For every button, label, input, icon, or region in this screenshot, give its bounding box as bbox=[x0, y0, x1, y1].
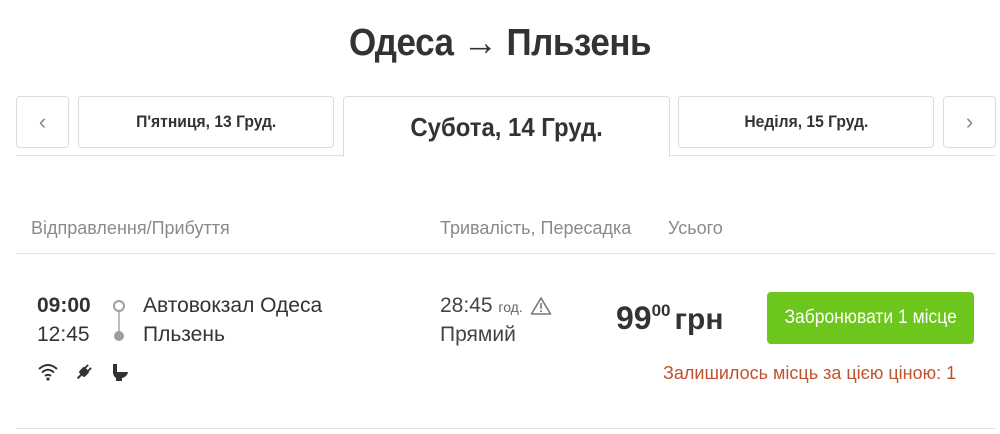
book-seat-button[interactable]: Забронювати 1 місце bbox=[767, 292, 974, 344]
trip-price: 9900 грн bbox=[616, 300, 723, 337]
duration-unit: год. bbox=[498, 299, 523, 315]
tab-label: Неділя, 15 Груд. bbox=[744, 112, 868, 131]
chevron-left-icon: ‹ bbox=[38, 109, 47, 134]
arrival-stop-dot-icon bbox=[114, 331, 124, 341]
tab-date-sunday[interactable]: Неділя, 15 Груд. bbox=[678, 96, 934, 148]
price-currency: грн bbox=[674, 303, 724, 336]
tab-date-saturday[interactable]: Субота, 14 Груд. bbox=[343, 96, 670, 157]
wifi-icon bbox=[36, 360, 60, 384]
column-header-departure-arrival: Відправлення/Прибуття bbox=[31, 218, 230, 238]
departure-stop-dot-icon bbox=[113, 300, 125, 312]
tab-label: П'ятниця, 13 Груд. bbox=[135, 112, 277, 131]
date-tabs: ‹ П'ятниця, 13 Груд. Субота, 14 Груд. Не… bbox=[0, 0, 1000, 160]
row-divider bbox=[16, 428, 996, 429]
column-header-total: Усього bbox=[668, 218, 723, 238]
trip-duration: 28:45 год. bbox=[440, 294, 523, 318]
tab-label: Субота, 14 Груд. bbox=[410, 111, 603, 142]
departure-time: 09:00 bbox=[37, 294, 91, 317]
column-header-duration-transfer: Тривалість, Пересадка bbox=[440, 218, 632, 238]
prev-date-button[interactable]: ‹ bbox=[16, 96, 69, 148]
price-decimal: 00 bbox=[651, 301, 671, 320]
warning-icon[interactable] bbox=[530, 296, 552, 316]
book-seat-label: Забронювати 1 місце bbox=[784, 307, 957, 328]
chevron-right-icon: › bbox=[965, 109, 974, 134]
transfer-type: Прямий bbox=[440, 323, 516, 346]
arrival-time: 12:45 bbox=[37, 323, 90, 346]
seats-left-notice: Залишилось місць за цією ціною: 1 bbox=[663, 363, 957, 383]
duration-value: 28:45 bbox=[440, 294, 493, 317]
departure-stop: Автовокзал Одеса bbox=[143, 294, 323, 317]
toilet-icon bbox=[108, 360, 132, 384]
power-plug-icon bbox=[72, 360, 96, 384]
arrival-stop: Пльзень bbox=[143, 323, 225, 346]
price-integer: 99 bbox=[616, 300, 652, 336]
next-date-button[interactable]: › bbox=[943, 96, 996, 148]
header-divider bbox=[16, 253, 996, 254]
tab-date-friday[interactable]: П'ятниця, 13 Груд. bbox=[78, 96, 334, 148]
